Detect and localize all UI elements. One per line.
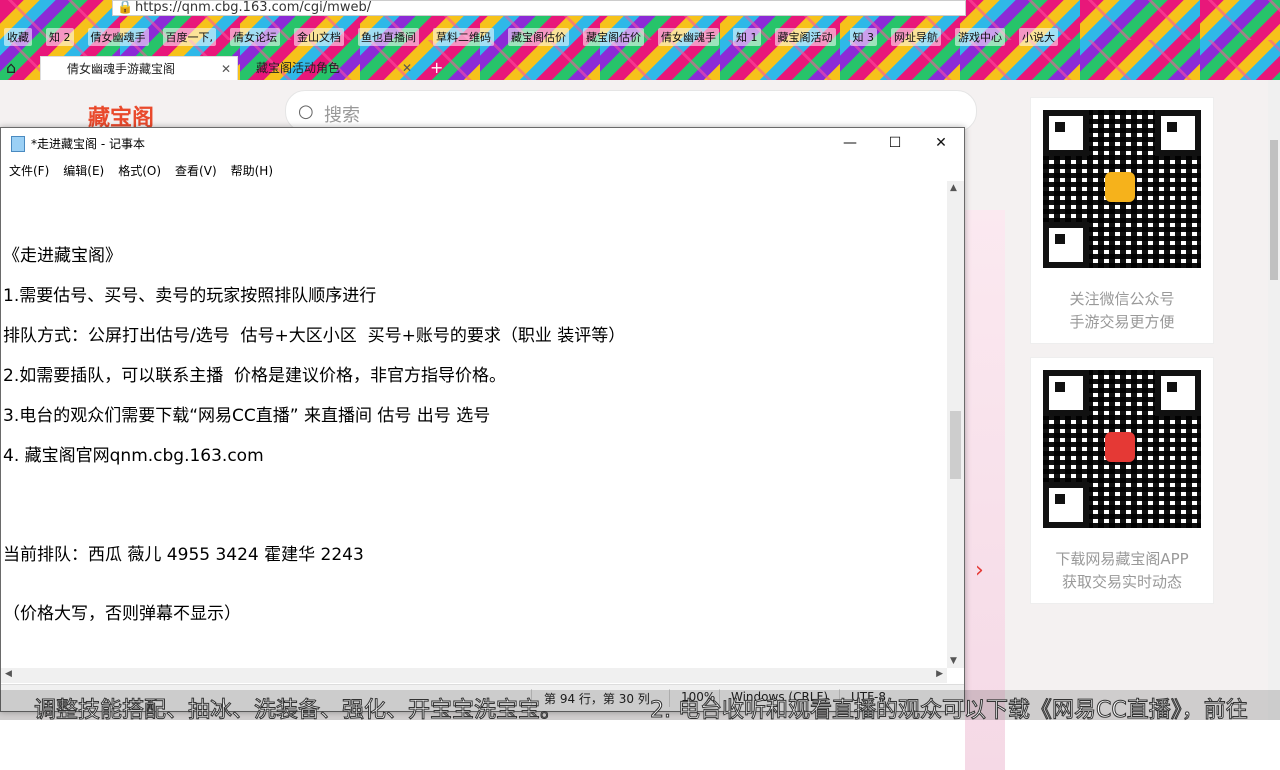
- text-area[interactable]: 《走进藏宝阁》 1.需要估号、买号、卖号的玩家按照排队顺序进行 排队方式：公屏打…: [1, 183, 946, 668]
- mascot-icon: [1105, 172, 1135, 202]
- qr-caption: 下载网易藏宝阁APP: [1055, 550, 1189, 568]
- bookmark-item[interactable]: 知 1: [733, 28, 761, 46]
- subtitle-right: 2. 电台收听和观看直播的观众可以下载《网易CC直播》，前往: [650, 698, 1249, 724]
- notepad-titlebar[interactable]: *走进藏宝阁 - 记事本 — ☐ ✕: [1, 128, 964, 158]
- bookmark-item[interactable]: 小说大: [1019, 28, 1058, 46]
- text-line: 当前排队：西瓜 薇儿 4955 3424 霍建华 2243: [3, 545, 364, 565]
- bookmark-item[interactable]: 藏宝阁估价: [508, 28, 569, 46]
- minimize-button[interactable]: —: [827, 128, 873, 158]
- bookmark-item[interactable]: 知 2: [46, 28, 74, 46]
- video-subtitle: 调整技能搭配、抽冰、洗装备、强化、开宝宝洗宝宝。 2. 电台收听和观看直播的观众…: [0, 690, 1280, 724]
- bookmark-item[interactable]: 金山文档: [294, 28, 344, 46]
- lock-icon: 🔒: [117, 0, 134, 15]
- tab-cbg-home[interactable]: 倩女幽魂手游藏宝阁 ✕: [40, 56, 238, 81]
- bookmark-item[interactable]: 倩女论坛: [230, 28, 280, 46]
- menu-help[interactable]: 帮助(H): [231, 162, 273, 179]
- scroll-right-icon[interactable]: ▶: [936, 669, 943, 679]
- menu-file[interactable]: 文件(F): [9, 162, 49, 179]
- chevron-right-icon[interactable]: ›: [975, 558, 984, 583]
- bookmark-item[interactable]: 知 3: [849, 28, 877, 46]
- menu-format[interactable]: 格式(O): [118, 162, 161, 179]
- scroll-down-icon[interactable]: ▼: [950, 656, 957, 666]
- scroll-up-icon[interactable]: ▲: [950, 183, 957, 193]
- bookmark-item[interactable]: 游戏中心: [955, 28, 1005, 46]
- bookmark-item[interactable]: 倩女幽魂手: [87, 28, 149, 46]
- maximize-button[interactable]: ☐: [872, 128, 918, 158]
- qr-finder: [1155, 110, 1201, 156]
- text-line: 3.电台的观众们需要下载“网易CC直播” 来直播间 估号 出号 选号: [3, 406, 491, 426]
- menu-view[interactable]: 查看(V): [175, 162, 217, 179]
- text-line: 4. 藏宝阁官网qnm.cbg.163.com: [3, 446, 264, 466]
- search-placeholder: 搜索: [324, 105, 360, 126]
- close-icon[interactable]: ✕: [402, 56, 412, 80]
- app-qr-card: 下载网易藏宝阁APP 获取交易实时动态: [1030, 357, 1214, 604]
- tab-label: 藏宝阁活动角色: [256, 61, 341, 75]
- address-bar[interactable]: 🔒 https://qnm.cbg.163.com/cgi/mweb/: [112, 0, 966, 16]
- bookmark-item[interactable]: 百度一下,: [162, 28, 216, 46]
- notepad-window: *走进藏宝阁 - 记事本 — ☐ ✕ 文件(F) 编辑(E) 格式(O) 查看(…: [0, 127, 965, 712]
- cbg-logo[interactable]: 藏宝阁: [88, 100, 208, 131]
- search-box[interactable]: ○ 搜索: [285, 90, 977, 132]
- subtitle-left: 调整技能搭配、抽冰、洗装备、强化、开宝宝洗宝宝。: [33, 698, 563, 724]
- scroll-thumb[interactable]: [950, 411, 961, 479]
- text-line: 1.需要估号、买号、卖号的玩家按照排队顺序进行: [3, 286, 377, 306]
- bookmark-item[interactable]: 倩女幽魂手: [658, 28, 719, 46]
- close-icon[interactable]: ✕: [221, 57, 231, 81]
- bookmark-item[interactable]: 鱼也直播间: [358, 28, 419, 46]
- scroll-thumb[interactable]: [1270, 140, 1278, 280]
- text-line: （价格大写，否则弹幕不显示）: [3, 604, 241, 624]
- text-line: 《走进藏宝阁》: [3, 246, 122, 266]
- menu-bar: 文件(F) 编辑(E) 格式(O) 查看(V) 帮助(H): [1, 159, 972, 181]
- tab-activity-roles[interactable]: 藏宝阁活动角色 ✕: [232, 56, 418, 80]
- vertical-scrollbar[interactable]: ▲ ▼: [947, 181, 964, 668]
- qr-finder: [1043, 110, 1089, 156]
- qr-caption: 关注微信公众号: [1069, 290, 1175, 308]
- bookmark-item[interactable]: 草料二维码: [433, 28, 494, 46]
- page-scrollbar[interactable]: [1268, 80, 1280, 720]
- bookmark-item[interactable]: 网址导航: [891, 28, 941, 46]
- qr-caption: 手游交易更方便: [1069, 313, 1175, 331]
- text-line: 2.如需要插队，可以联系主播 价格是建议价格，非官方指导价格。: [3, 366, 507, 386]
- notepad-icon: [11, 136, 25, 152]
- bookmarks-bar: 收藏 知 2 倩女幽魂手 百度一下, 倩女论坛 金山文档 鱼也直播间 草料二维码…: [0, 26, 1280, 48]
- banner-slice: [965, 210, 1005, 770]
- tab-label: 倩女幽魂手游藏宝阁: [67, 62, 176, 76]
- qr-finder: [1043, 222, 1089, 268]
- wechat-qr-card: 关注微信公众号 手游交易更方便: [1030, 97, 1214, 344]
- qr-finder: [1043, 370, 1089, 416]
- tab-bar: 倩女幽魂手游藏宝阁 ✕ 藏宝阁活动角色 ✕: [0, 54, 1280, 82]
- app-logo-icon: [1105, 432, 1135, 462]
- text-line: 排队方式：公屏打出估号/选号 估号+大区小区 买号+账号的要求（职业 装评等）: [3, 326, 626, 346]
- new-tab-icon[interactable]: +: [430, 58, 443, 77]
- window-title: *走进藏宝阁 - 记事本: [31, 137, 145, 151]
- bookmark-item[interactable]: 收藏: [4, 28, 32, 46]
- qr-caption: 获取交易实时动态: [1061, 573, 1182, 591]
- bookmark-item[interactable]: 藏宝阁活动: [774, 28, 836, 46]
- url-text: https://qnm.cbg.163.com/cgi/mweb/: [135, 0, 372, 15]
- horizontal-scrollbar[interactable]: ◀ ▶: [1, 668, 947, 683]
- close-button[interactable]: ✕: [918, 128, 964, 158]
- qr-finder: [1043, 482, 1089, 528]
- qr-finder: [1155, 370, 1201, 416]
- menu-edit[interactable]: 编辑(E): [63, 162, 104, 179]
- search-icon: ○: [298, 101, 314, 122]
- scroll-left-icon[interactable]: ◀: [5, 669, 12, 679]
- bookmark-item[interactable]: 藏宝阁估价: [583, 28, 644, 46]
